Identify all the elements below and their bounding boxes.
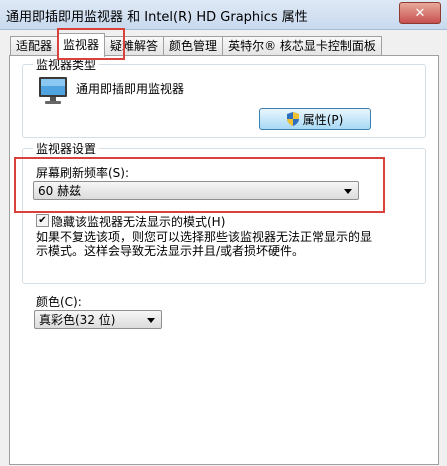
window-title: 通用即插即用监视器 和 Intel(R) HD Graphics 属性 <box>6 10 308 25</box>
shield-icon <box>286 112 299 126</box>
color-label: 颜色(C): <box>36 295 82 309</box>
title-bar: 通用即插即用监视器 和 Intel(R) HD Graphics 属性 ✕ <box>0 0 447 30</box>
properties-button[interactable]: 属性(P) <box>259 108 371 130</box>
highlight-tab-box <box>57 28 125 60</box>
hide-modes-description: 如果不复选该项，则您可以选择那些该监视器无法正常显示的显示模式。这样会导致无法显… <box>36 230 373 258</box>
close-icon: ✕ <box>414 5 426 21</box>
tab-color-management[interactable]: 颜色管理 <box>163 36 224 56</box>
hide-modes-label[interactable]: 隐藏该监视器无法显示的模式(H) <box>51 213 225 230</box>
chevron-down-icon <box>147 318 155 323</box>
color-select[interactable]: 真彩色(32 位) <box>34 310 162 329</box>
hide-modes-checkbox[interactable]: ✔ <box>36 214 49 227</box>
color-value: 真彩色(32 位) <box>39 313 116 327</box>
monitor-icon <box>39 77 67 104</box>
monitor-settings-title: 监视器设置 <box>33 140 100 157</box>
highlight-refresh-box <box>14 157 385 213</box>
monitor-name: 通用即插即用监视器 <box>76 82 185 96</box>
close-button[interactable]: ✕ <box>399 2 441 24</box>
tab-intel-control-panel[interactable]: 英特尔® 核芯显卡控制面板 <box>222 36 382 56</box>
properties-button-label: 属性(P) <box>302 112 344 127</box>
tab-adapter[interactable]: 适配器 <box>10 36 59 56</box>
